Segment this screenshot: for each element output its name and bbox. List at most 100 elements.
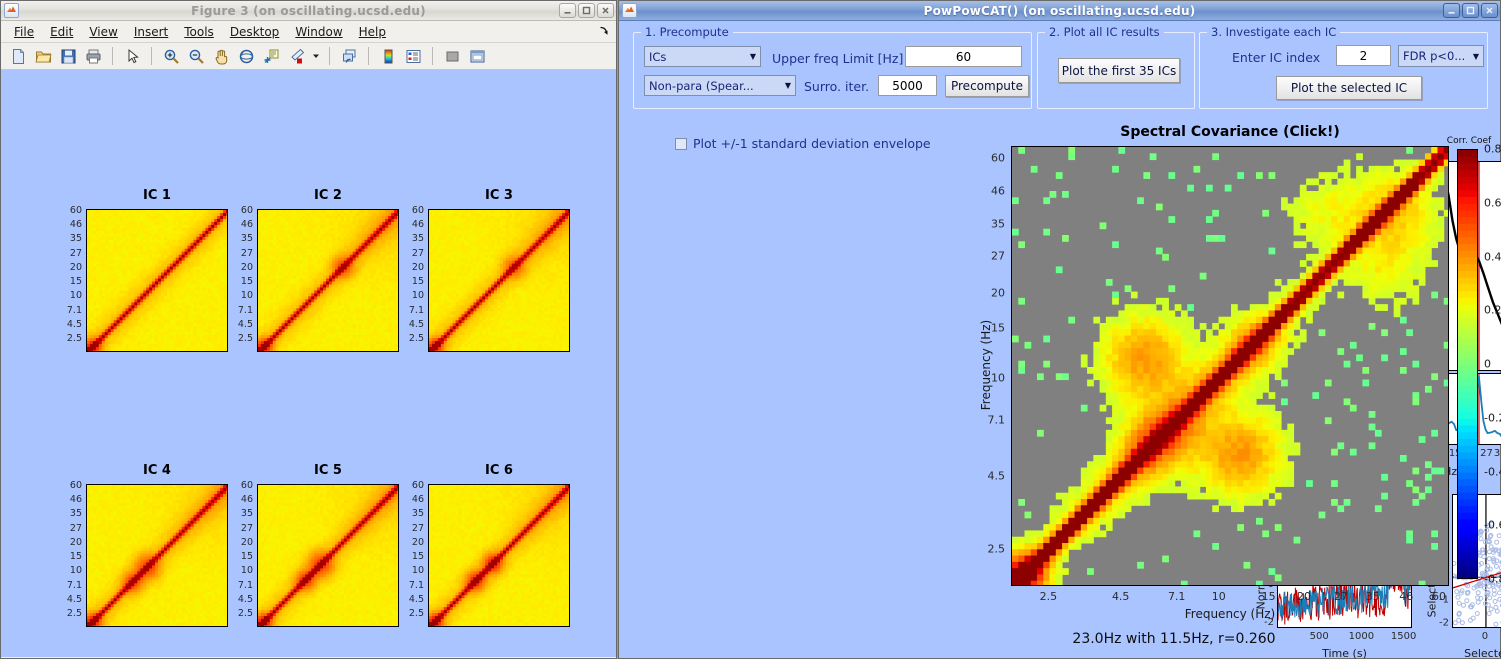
save-icon[interactable] (57, 45, 79, 67)
timecourse-x-axis-label: Time (s) (1322, 647, 1367, 659)
upper-freq-input[interactable]: 60 (905, 46, 1022, 67)
upper-freq-label: Upper freq Limit [Hz] (772, 51, 904, 66)
plot-selected-ic-button[interactable]: Plot the selected IC (1276, 76, 1422, 100)
axis-tick-label: 46 (411, 219, 424, 231)
colorbar-icon[interactable] (377, 45, 399, 67)
spectral-covariance-axes[interactable] (1011, 146, 1449, 586)
desktop: Figure 3 (on oscillating.ucsd.edu) File … (0, 0, 1501, 659)
axis-tick-label: 15 (991, 321, 1005, 335)
powpowcat-title-text: PowPowCAT() (on oscillating.ucsd.edu) (923, 3, 1196, 18)
axis-tick-label: 10 (69, 290, 82, 302)
ic-covariance-map[interactable] (86, 484, 228, 627)
ic-index-input[interactable]: 2 (1336, 45, 1391, 66)
axis-tick-label: 46 (240, 219, 253, 231)
surro-iter-input[interactable]: 5000 (878, 75, 937, 96)
axis-tick-label: 15 (69, 551, 82, 563)
menu-file-label: File (14, 24, 35, 39)
figure-canvas[interactable]: IC 1 60 46 35 27 20 15 10 7.1 4.5 2.5 IC 2 60 46 35 27 2… (1, 70, 616, 657)
zoom-in-icon[interactable] (160, 45, 182, 67)
axis-tick-label: 10 (240, 565, 253, 577)
significance-select[interactable]: FDR p<0... ▼ (1398, 45, 1484, 67)
method-select[interactable]: Non-para (Spear... ▼ (644, 75, 796, 96)
legend-icon[interactable] (402, 45, 424, 67)
axis-tick-label: 7.1 (408, 579, 424, 591)
data-type-select[interactable]: ICs ▼ (644, 46, 761, 67)
close-button[interactable] (1481, 3, 1498, 18)
ic-covariance-map[interactable] (428, 484, 570, 627)
link-plot-icon[interactable] (338, 45, 360, 67)
data-cursor-icon[interactable] (260, 45, 282, 67)
maximize-button[interactable] (578, 3, 595, 18)
covariance-x-axis-label: Frequency (Hz) (1184, 607, 1276, 621)
rotate-3d-icon[interactable] (235, 45, 257, 67)
colorbar (1457, 149, 1478, 579)
ic-y-axis-ticks: 60 46 35 27 20 15 10 7.1 4.5 2.5 (227, 480, 253, 619)
print-icon[interactable] (82, 45, 104, 67)
brush-dropdown-caret-icon[interactable] (310, 45, 321, 67)
axis-tick-label: 15 (1261, 590, 1276, 603)
maximize-button[interactable] (1462, 3, 1479, 18)
new-figure-icon[interactable] (7, 45, 29, 67)
pointer-icon[interactable] (121, 45, 143, 67)
surro-iter-value: 5000 (892, 78, 923, 93)
open-file-icon[interactable] (32, 45, 54, 67)
axis-tick-label: 20 (69, 261, 82, 273)
ic-subplot-title: IC 5 (314, 463, 342, 478)
axis-tick-label: 2.5 (1039, 590, 1058, 603)
axis-tick-label: 35 (411, 508, 424, 520)
minimize-button[interactable] (559, 3, 576, 18)
axis-tick-label: 46 (991, 184, 1005, 198)
pan-icon[interactable] (210, 45, 232, 67)
axis-tick-label: 7.1 (1167, 590, 1186, 603)
checkbox-box-icon (675, 137, 687, 150)
chevron-down-icon: ▼ (784, 81, 791, 90)
menu-help-label: Help (358, 24, 386, 39)
minimize-button[interactable] (1443, 3, 1460, 18)
axis-tick-label: 60 (1432, 590, 1446, 603)
zoom-out-icon[interactable] (185, 45, 207, 67)
menu-view[interactable]: View (81, 23, 125, 41)
axis-tick-label: -0.6 (1484, 518, 1501, 532)
show-plot-tools-icon[interactable] (466, 45, 488, 67)
figure-titlebar[interactable]: Figure 3 (on oscillating.ucsd.edu) (1, 1, 616, 21)
precompute-button[interactable]: Precompute (945, 75, 1029, 97)
ic-subplot-title: IC 6 (485, 463, 513, 478)
undock-arrow-icon[interactable] (599, 26, 609, 39)
menu-tools[interactable]: Tools (176, 23, 222, 41)
ic-covariance-map[interactable] (86, 209, 228, 352)
axis-tick-label: 60 (240, 480, 253, 491)
menu-insert[interactable]: Insert (126, 23, 176, 41)
hide-plot-tools-icon[interactable] (441, 45, 463, 67)
menu-edit[interactable]: Edit (42, 23, 81, 41)
axis-tick-label: 20 (991, 286, 1005, 300)
close-button[interactable] (597, 3, 614, 18)
ic-covariance-map[interactable] (257, 484, 399, 627)
powpowcat-titlebar[interactable]: PowPowCAT() (on oscillating.ucsd.edu) (619, 1, 1500, 21)
ic-covariance-map[interactable] (257, 209, 399, 352)
plot-first-35-ics-button[interactable]: Plot the first 35 ICs (1058, 58, 1180, 83)
axis-tick-label: 35 (991, 217, 1005, 231)
axis-tick-label: -0.2 (1484, 411, 1501, 425)
spectral-covariance-title: Spectral Covariance (Click!) (1120, 124, 1340, 140)
axis-tick-label: 60 (69, 205, 82, 216)
envelope-checkbox[interactable]: Plot +/-1 standard deviation envelope (675, 136, 931, 151)
menu-window[interactable]: Window (287, 23, 350, 41)
menu-desktop[interactable]: Desktop (222, 23, 288, 41)
ic-subplot-title: IC 4 (143, 463, 171, 478)
axis-tick-label: 7.1 (66, 304, 82, 316)
menu-help[interactable]: Help (351, 23, 394, 41)
axis-tick-label: 20 (1297, 590, 1311, 603)
upper-freq-value: 60 (955, 49, 972, 64)
axis-tick-label: 0.6 (1484, 196, 1501, 210)
menu-file[interactable]: File (6, 23, 42, 41)
chevron-down-icon: ▼ (1472, 51, 1479, 61)
brush-icon[interactable] (285, 45, 307, 67)
axis-tick-label: 10 (1211, 590, 1226, 603)
ic-covariance-map[interactable] (428, 209, 570, 352)
panel-precompute-title: 1. Precompute (641, 25, 733, 39)
axis-tick-label: 7.1 (408, 304, 424, 316)
figure-toolbar (1, 43, 616, 70)
axis-tick-label: 35 (411, 233, 424, 245)
axis-tick-label: 2.5 (237, 607, 253, 619)
axis-tick-label: 4.5 (1111, 590, 1130, 603)
